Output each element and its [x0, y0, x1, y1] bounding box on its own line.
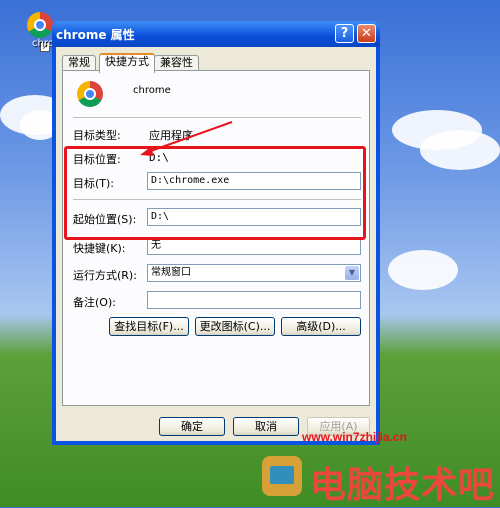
- tab-shortcut[interactable]: 快捷方式: [99, 53, 155, 73]
- watermark-url: www.win7zhijia.cn: [302, 430, 407, 444]
- annotation-arrow: [140, 121, 233, 156]
- watermark-logo-icon: [262, 456, 302, 496]
- watermark-brand: 电脑技术吧: [310, 464, 496, 505]
